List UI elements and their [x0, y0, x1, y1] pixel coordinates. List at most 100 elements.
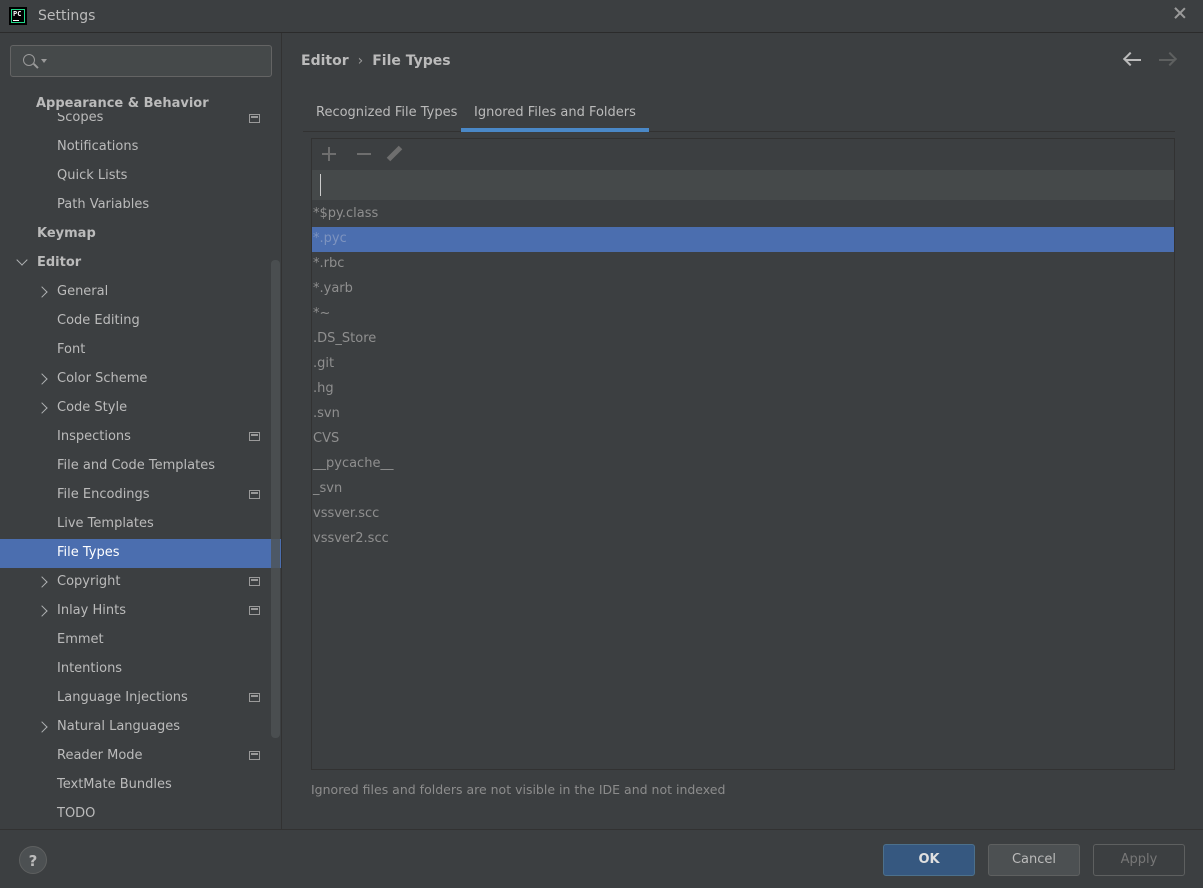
ignored-files-panel: *$py.class *.pyc *.rbc *.yarb *~ .DS_Store .gi… — [311, 138, 1175, 770]
project-level-icon — [249, 606, 260, 615]
chevron-right-icon[interactable] — [36, 402, 48, 414]
sidebar-item-inlay-hints[interactable]: Inlay Hints — [0, 597, 281, 626]
list-item[interactable]: .DS_Store — [312, 327, 1174, 352]
sidebar-item-path-variables[interactable]: Path Variables — [0, 191, 281, 220]
forward-arrow-icon[interactable] — [1159, 59, 1175, 61]
sidebar-item-label: Inlay Hints — [57, 603, 126, 618]
list-item[interactable]: *.rbc — [312, 252, 1174, 277]
add-icon[interactable] — [322, 147, 336, 161]
sidebar-item-label: TextMate Bundles — [57, 777, 172, 792]
list-item[interactable]: *$py.class — [312, 202, 1174, 227]
list-item[interactable]: __pycache__ — [312, 452, 1174, 477]
sidebar-item-emmet[interactable]: Emmet — [0, 626, 281, 655]
list-item[interactable]: .git — [312, 352, 1174, 377]
sidebar-item-label: Intentions — [57, 661, 123, 676]
sidebar-item-label: File Types — [57, 545, 120, 560]
sidebar-item-label: File Encodings — [57, 487, 150, 502]
search-input[interactable] — [49, 50, 259, 72]
sidebar-item-code-editing[interactable]: Code Editing — [0, 307, 281, 336]
sidebar-item-label: Notifications — [57, 139, 139, 154]
project-level-icon — [249, 490, 260, 499]
sidebar-item-label: Language Injections — [57, 690, 188, 705]
sidebar-item-label: Emmet — [57, 632, 104, 647]
sidebar-item-label: Editor — [37, 255, 82, 270]
sidebar-item-reader-mode[interactable]: Reader Mode — [0, 742, 281, 771]
sidebar-item-label: Keymap — [37, 226, 96, 241]
breadcrumb-parent[interactable]: Editor — [301, 53, 349, 69]
list-item[interactable]: vssver.scc — [312, 502, 1174, 527]
sidebar-scrollbar[interactable] — [271, 260, 280, 738]
sidebar-item-file-and-code-templates[interactable]: File and Code Templates — [0, 452, 281, 481]
chevron-down-icon[interactable] — [16, 254, 28, 266]
sidebar-item-language-injections[interactable]: Language Injections — [0, 684, 281, 713]
close-icon[interactable] — [1173, 6, 1187, 20]
list-item[interactable]: *.yarb — [312, 277, 1174, 302]
list-item[interactable]: _svn — [312, 477, 1174, 502]
window-title: Settings — [38, 8, 96, 24]
breadcrumb-separator: › — [357, 53, 364, 69]
apply-button[interactable]: Apply — [1093, 844, 1185, 876]
project-level-icon — [249, 432, 260, 441]
sidebar-item-label: Inspections — [57, 429, 131, 444]
sidebar-item-textmate-bundles[interactable]: TextMate Bundles — [0, 771, 281, 800]
edit-pencil-icon[interactable] — [386, 145, 403, 162]
tab-bar: Recognized File Types Ignored Files and … — [303, 97, 1175, 132]
list-item[interactable]: *~ — [312, 302, 1174, 327]
list-item[interactable]: .hg — [312, 377, 1174, 402]
sidebar-item-file-types[interactable]: File Types — [0, 539, 281, 568]
sidebar-item-label: Natural Languages — [57, 719, 181, 734]
search-options-chevron-icon[interactable] — [41, 59, 47, 63]
sidebar-item-label: Code Style — [57, 400, 128, 415]
search-icon[interactable] — [23, 54, 35, 66]
list-item[interactable]: vssver2.scc — [312, 527, 1174, 552]
tab-recognized-file-types[interactable]: Recognized File Types — [303, 97, 470, 132]
sidebar-item-quick-lists[interactable]: Quick Lists — [0, 162, 281, 191]
dialog-footer: ? OK Cancel Apply — [0, 829, 1203, 888]
sidebar-item-intentions[interactable]: Intentions — [0, 655, 281, 684]
sidebar-item-file-encodings[interactable]: File Encodings — [0, 481, 281, 510]
sidebar-item-notifications[interactable]: Notifications — [0, 133, 281, 162]
ignored-files-hint: Ignored files and folders are not visibl… — [311, 782, 726, 797]
list-toolbar — [312, 139, 1174, 170]
sidebar-item-label: Quick Lists — [57, 168, 128, 183]
sidebar-item-label: Copyright — [57, 574, 121, 589]
settings-sidebar: Appearance & Behavior Scopes Notificatio… — [0, 33, 282, 829]
sidebar-item-color-scheme[interactable]: Color Scheme — [0, 365, 281, 394]
list-item[interactable]: CVS — [312, 427, 1174, 452]
help-button[interactable]: ? — [19, 846, 47, 874]
chevron-right-icon[interactable] — [36, 721, 48, 733]
new-pattern-row[interactable] — [312, 170, 1174, 200]
title-bar: PC Settings — [0, 0, 1203, 33]
chevron-right-icon[interactable] — [36, 373, 48, 385]
back-arrow-icon[interactable] — [1125, 59, 1141, 61]
chevron-right-icon[interactable] — [36, 576, 48, 588]
sidebar-item-label: TODO — [57, 806, 96, 821]
sidebar-item-label: Reader Mode — [57, 748, 143, 763]
project-level-icon — [249, 693, 260, 702]
cancel-button[interactable]: Cancel — [988, 844, 1080, 876]
settings-search[interactable] — [10, 45, 272, 77]
sidebar-item-font[interactable]: Font — [0, 336, 281, 365]
sidebar-item-todo[interactable]: TODO — [0, 800, 281, 829]
group-header-appearance-behavior[interactable]: Appearance & Behavior — [36, 96, 266, 113]
tab-ignored-files-and-folders[interactable]: Ignored Files and Folders — [461, 97, 649, 132]
remove-icon[interactable] — [357, 153, 371, 155]
chevron-right-icon[interactable] — [36, 605, 48, 617]
sidebar-item-label: Path Variables — [57, 197, 150, 212]
sidebar-item-natural-languages[interactable]: Natural Languages — [0, 713, 281, 742]
project-level-icon — [249, 577, 260, 586]
list-item[interactable]: *.pyc — [312, 227, 1174, 252]
sidebar-item-keymap[interactable]: Keymap — [0, 220, 281, 249]
sidebar-item-code-style[interactable]: Code Style — [0, 394, 281, 423]
sidebar-item-general[interactable]: General — [0, 278, 281, 307]
sidebar-item-live-templates[interactable]: Live Templates — [0, 510, 281, 539]
ok-button[interactable]: OK — [883, 844, 975, 876]
chevron-right-icon[interactable] — [36, 286, 48, 298]
new-pattern-input[interactable] — [320, 174, 1160, 196]
sidebar-item-editor[interactable]: Editor — [0, 249, 281, 278]
list-item[interactable]: .svn — [312, 402, 1174, 427]
breadcrumb: Editor › File Types — [301, 53, 451, 69]
sidebar-item-copyright[interactable]: Copyright — [0, 568, 281, 597]
sidebar-item-inspections[interactable]: Inspections — [0, 423, 281, 452]
pycharm-logo-icon: PC — [9, 7, 27, 25]
